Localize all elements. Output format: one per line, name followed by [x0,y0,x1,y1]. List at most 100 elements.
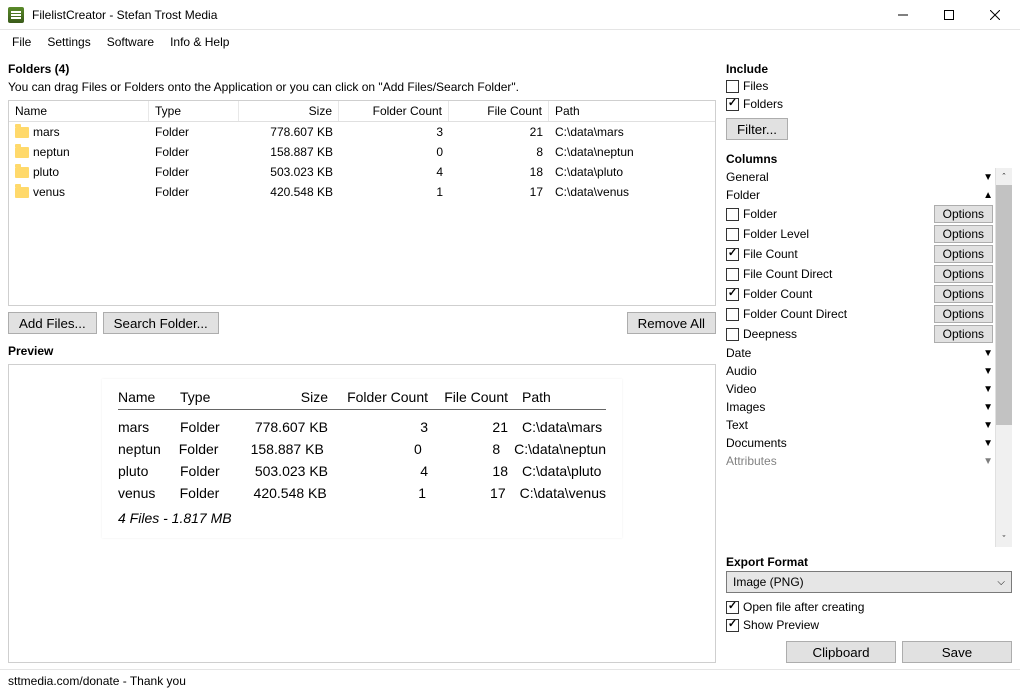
save-button[interactable]: Save [902,641,1012,663]
window-title: FilelistCreator - Stefan Trost Media [32,8,880,22]
col-file-count[interactable]: File Count [449,101,549,121]
col-type[interactable]: Type [149,101,239,121]
export-format-select[interactable]: Image (PNG) ⌵ [726,571,1012,593]
columns-accordion[interactable]: Video ▼ [726,380,993,398]
folder-icon [15,127,29,138]
columns-general[interactable]: General ▼ [726,168,993,186]
cell-folder-count: 4 [339,162,449,182]
include-files-checkbox[interactable] [726,80,739,93]
chevron-down-icon: ▼ [983,402,993,413]
col-path[interactable]: Path [549,101,715,121]
menu-software[interactable]: Software [99,33,162,51]
cell-path: C:\data\neptun [549,142,715,162]
preview-col-type: Type [180,389,240,405]
column-options-button[interactable]: Options [934,285,993,303]
column-label: Folder Level [743,227,809,241]
accordion-label: Images [726,400,765,414]
column-checkbox[interactable] [726,268,739,281]
folder-icon [15,167,29,178]
cell-path: C:\data\mars [549,122,715,142]
columns-cutoff[interactable]: Attributes ▼ [726,452,993,470]
statusbar: sttmedia.com/donate - Thank you [0,669,1020,691]
preview-row: venusFolder420.548 KB117C:\data\venus [118,482,606,504]
close-button[interactable] [972,0,1018,30]
menu-settings[interactable]: Settings [39,33,98,51]
column-option-row: Folder Level Options [726,224,993,244]
filter-button[interactable]: Filter... [726,118,788,140]
folders-table: Name Type Size Folder Count File Count P… [8,100,716,306]
folders-title: Folders (4) [8,60,716,78]
table-row[interactable]: marsFolder778.607 KB321C:\data\mars [9,122,715,142]
col-name[interactable]: Name [9,101,149,121]
columns-accordion[interactable]: Images ▼ [726,398,993,416]
chevron-down-icon: ▼ [983,438,993,449]
chevron-up-icon: ▲ [983,190,993,201]
scroll-thumb[interactable] [996,185,1012,425]
cell-name: venus [33,185,65,199]
col-size[interactable]: Size [239,101,339,121]
columns-folder-section[interactable]: Folder ▲ [726,186,993,204]
minimize-button[interactable] [880,0,926,30]
columns-accordion[interactable]: Audio▼ [726,362,993,380]
add-files-button[interactable]: Add Files... [8,312,97,334]
column-options-button[interactable]: Options [934,305,993,323]
accordion-label: Video [726,382,756,396]
folder-icon [15,147,29,158]
column-checkbox[interactable] [726,248,739,261]
column-options-button[interactable]: Options [934,245,993,263]
column-options-button[interactable]: Options [934,325,993,343]
cell-name: pluto [33,165,59,179]
menu-info-help[interactable]: Info & Help [162,33,237,51]
column-label: Folder [743,207,777,221]
scroll-down-button[interactable]: ˇ [996,530,1012,547]
column-checkbox[interactable] [726,308,739,321]
chevron-down-icon: ▼ [983,172,993,183]
columns-general-label: General [726,170,769,184]
column-checkbox[interactable] [726,208,739,221]
folders-table-header: Name Type Size Folder Count File Count P… [9,101,715,122]
cell-folder-count: 3 [339,122,449,142]
columns-accordion[interactable]: Date▼ [726,344,993,362]
scroll-up-button[interactable]: ˆ [996,168,1012,185]
column-option-row: File CountOptions [726,244,993,264]
show-preview-checkbox[interactable] [726,619,739,632]
table-row[interactable]: venusFolder420.548 KB117C:\data\venus [9,182,715,202]
column-option-row: Folder Count DirectOptions [726,304,993,324]
chevron-down-icon: ▼ [983,384,993,395]
column-options-button[interactable]: Options [934,265,993,283]
preview-col-file-count: File Count [428,389,508,405]
columns-accordion[interactable]: Documents▼ [726,434,993,452]
column-checkbox[interactable] [726,288,739,301]
column-checkbox[interactable] [726,228,739,241]
column-options-button[interactable]: Options [934,225,993,243]
search-folder-button[interactable]: Search Folder... [103,312,219,334]
columns-scrollbar[interactable]: ˆ ˇ [995,168,1012,547]
preview-row: marsFolder778.607 KB321C:\data\mars [118,416,606,438]
include-folders-label: Folders [743,97,783,111]
chevron-down-icon: ▼ [983,420,993,431]
include-folders-checkbox[interactable] [726,98,739,111]
col-folder-count[interactable]: Folder Count [339,101,449,121]
cell-size: 158.887 KB [239,142,339,162]
column-options-button[interactable]: Options [934,205,993,223]
open-after-label: Open file after creating [743,600,864,614]
preview-row: plutoFolder503.023 KB418C:\data\pluto [118,460,606,482]
cell-path: C:\data\pluto [549,162,715,182]
cell-file-count: 17 [449,182,549,202]
column-option-row: File Count DirectOptions [726,264,993,284]
preview-title: Preview [8,344,716,358]
table-row[interactable]: neptunFolder158.887 KB08C:\data\neptun [9,142,715,162]
maximize-button[interactable] [926,0,972,30]
preview-col-name: Name [118,389,180,405]
remove-all-button[interactable]: Remove All [627,312,716,334]
columns-cutoff-label: Attributes [726,454,777,468]
columns-accordion[interactable]: Text▼ [726,416,993,434]
chevron-down-icon: ⌵ [997,577,1005,588]
clipboard-button[interactable]: Clipboard [786,641,896,663]
menu-file[interactable]: File [4,33,39,51]
column-checkbox[interactable] [726,328,739,341]
status-text: sttmedia.com/donate - Thank you [8,674,186,688]
open-after-checkbox[interactable] [726,601,739,614]
table-row[interactable]: plutoFolder503.023 KB418C:\data\pluto [9,162,715,182]
cell-type: Folder [149,162,239,182]
